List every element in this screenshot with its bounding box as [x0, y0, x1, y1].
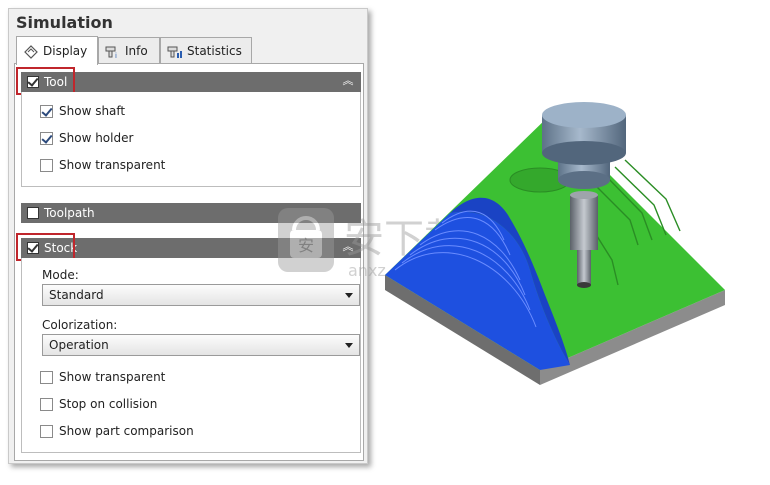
show-shaft-option[interactable]: Show shaft [40, 102, 125, 120]
show-holder-checkbox[interactable] [40, 131, 53, 145]
mode-dropdown-arrow-icon [345, 293, 353, 298]
svg-text:i: i [115, 52, 117, 59]
tab-display[interactable]: Display [16, 36, 98, 65]
stock-show-transparent-label: Show transparent [59, 370, 166, 384]
stop-on-collision-label: Stop on collision [59, 397, 158, 411]
toolpath-section-label: Toolpath [44, 206, 95, 220]
stock-highlight-box [16, 233, 75, 261]
colorization-select[interactable]: Operation [42, 334, 360, 356]
tool-show-transparent-option[interactable]: Show transparent [40, 156, 165, 174]
tool-highlight-box [16, 67, 75, 95]
colorization-label: Colorization: [42, 318, 118, 332]
tab-display-label: Display [43, 44, 88, 58]
info-tool-icon: i [105, 46, 117, 59]
stock-show-transparent-checkbox[interactable] [40, 370, 53, 384]
show-part-comparison-option[interactable]: Show part comparison [40, 422, 194, 440]
show-part-comparison-label: Show part comparison [59, 424, 194, 438]
display-tool-icon [24, 45, 38, 59]
colorization-select-value: Operation [49, 338, 109, 352]
mode-select[interactable]: Standard [42, 284, 360, 306]
show-holder-option[interactable]: Show holder [40, 129, 133, 147]
tab-statistics-label: Statistics [187, 43, 242, 58]
show-shaft-checkbox[interactable] [40, 104, 53, 118]
stock-show-transparent-option[interactable]: Show transparent [40, 368, 165, 386]
tab-info-label: Info [125, 43, 148, 58]
mode-label: Mode: [42, 268, 79, 282]
tab-statistics[interactable]: Statistics [160, 37, 252, 63]
colorization-dropdown-arrow-icon [345, 343, 353, 348]
tool-show-transparent-label: Show transparent [59, 158, 166, 172]
stock-options-group: Mode: Standard Colorization: Operation S… [21, 258, 361, 453]
toolpath-section-checkbox[interactable] [27, 207, 39, 219]
show-part-comparison-checkbox[interactable] [40, 424, 53, 438]
mode-select-value: Standard [49, 288, 104, 302]
collapse-up-icon[interactable]: ︽ [341, 74, 355, 88]
tool-show-transparent-checkbox[interactable] [40, 158, 53, 172]
show-shaft-label: Show shaft [59, 104, 126, 118]
svg-text:安: 安 [298, 236, 314, 255]
tool-options-group: Show shaft Show holder Show transparent [21, 92, 361, 187]
show-holder-label: Show holder [59, 131, 134, 145]
panel-title: Simulation [16, 13, 113, 32]
statistics-tool-icon [167, 46, 182, 58]
simulation-3d-view [385, 102, 725, 385]
stop-on-collision-checkbox[interactable] [40, 397, 53, 411]
tab-info[interactable]: i Info [98, 37, 160, 63]
stop-on-collision-option[interactable]: Stop on collision [40, 395, 157, 413]
